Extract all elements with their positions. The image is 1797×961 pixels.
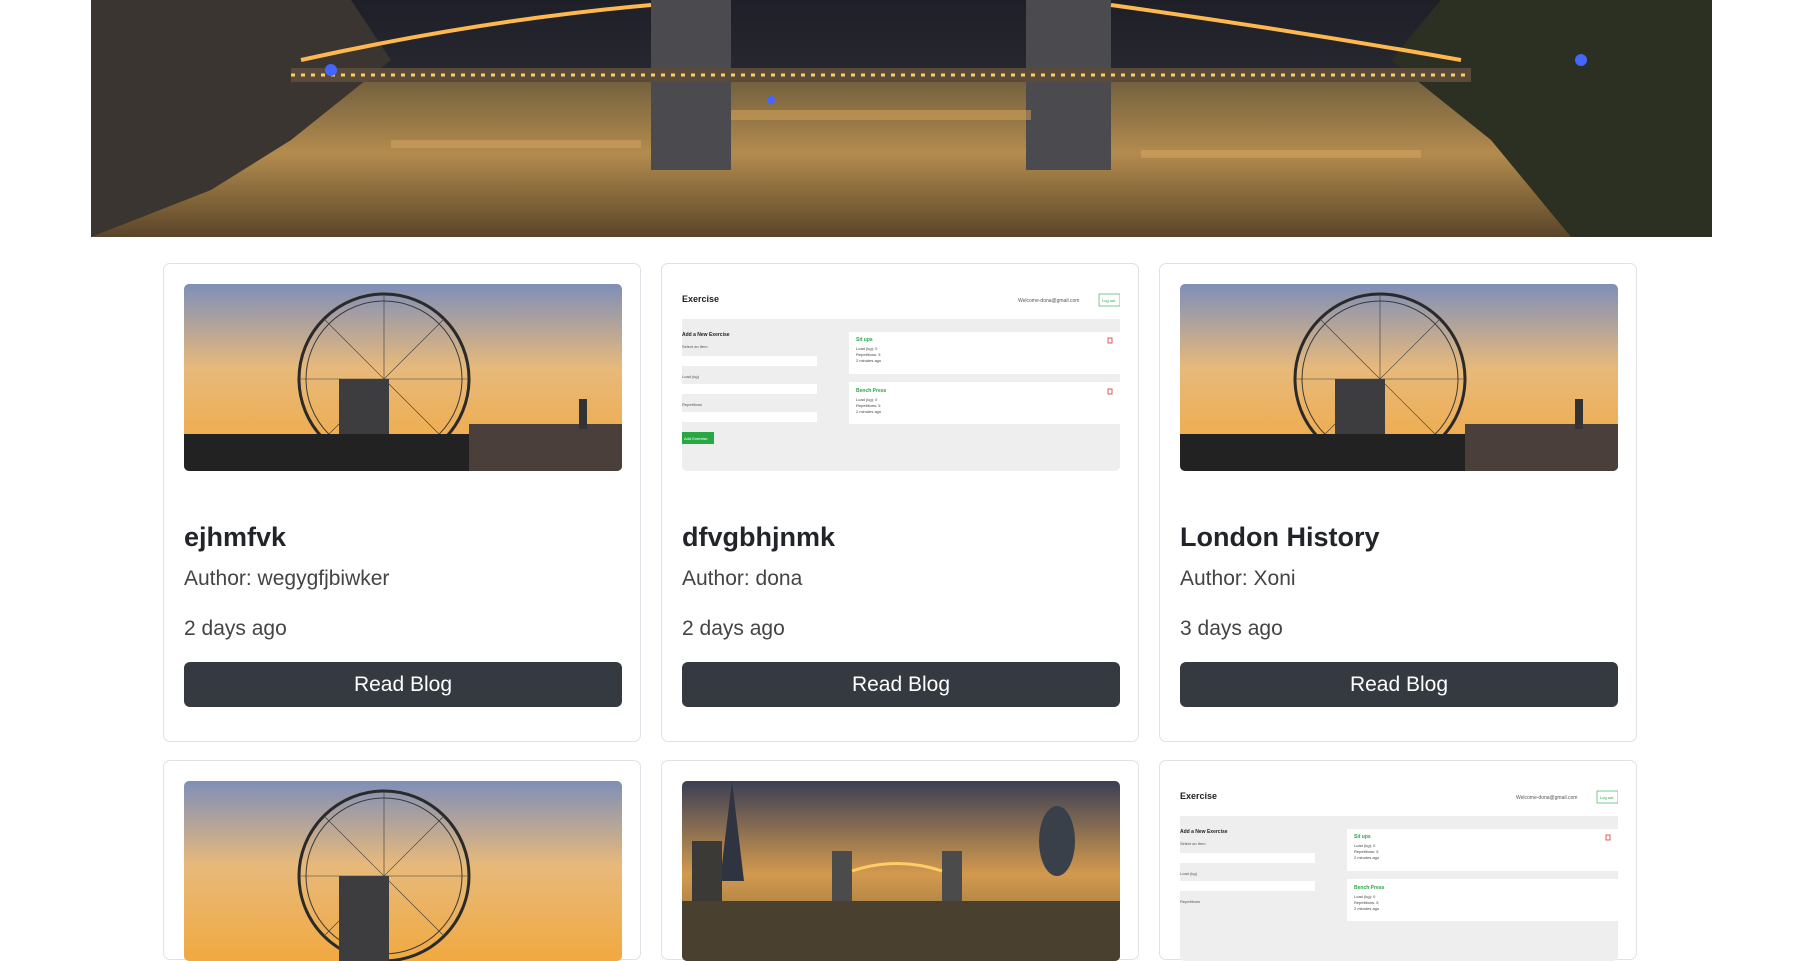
exercise-item2-line3: 2 minutes ago [1354, 906, 1380, 911]
read-blog-button[interactable]: Read Blog [184, 662, 622, 707]
exercise-form-title: Add a New Exercise [1180, 829, 1228, 835]
card-author: Author: dona [682, 567, 803, 590]
exercise-app-image: Exercise Welcome-dona@gmail.com Log out … [682, 284, 1120, 471]
blog-card [163, 760, 641, 961]
exercise-field2: Load (kg) [682, 374, 700, 379]
exercise-field3: Repetitions [1180, 899, 1200, 904]
card-image [1180, 284, 1618, 471]
card-image [682, 781, 1120, 961]
blog-card: Exercise Welcome-dona@gmail.com Log out … [661, 263, 1139, 742]
exercise-item2-line2: Repetitions: 5 [1354, 900, 1379, 905]
exercise-item1-title: Sit ups [1354, 834, 1371, 840]
exercise-item2-title: Bench Press [1354, 885, 1385, 891]
blog-card: ejhmfvk Author: wegygfjbiwker 2 days ago… [163, 263, 641, 742]
card-date: 2 days ago [682, 617, 785, 640]
exercise-item2-line1: Load (kg): 0 [856, 397, 878, 402]
card-date: 2 days ago [184, 617, 287, 640]
exercise-brand-text: Exercise [1180, 791, 1217, 801]
card-title: London History [1180, 522, 1380, 552]
exercise-item2-line3: 2 minutes ago [856, 409, 882, 414]
exercise-add-button-text: Add Exercise [684, 436, 708, 441]
card-image: Exercise Welcome-dona@gmail.com Log out … [682, 284, 1120, 471]
exercise-field1: Select an Item [682, 344, 708, 349]
exercise-item1-line1: Load (kg): 0 [1354, 843, 1376, 848]
blog-card: Exercise Welcome-dona@gmail.com Log out … [1159, 760, 1637, 961]
hero-banner-image [91, 0, 1712, 237]
london-eye-image [1180, 284, 1618, 471]
london-eye-image [184, 781, 622, 961]
london-eye-image [184, 284, 622, 471]
blog-card [661, 760, 1139, 961]
exercise-item2-line1: Load (kg): 0 [1354, 894, 1376, 899]
exercise-item2-line2: Repetitions: 5 [856, 403, 881, 408]
london-skyline-image [682, 781, 1120, 961]
card-author: Author: wegygfjbiwker [184, 567, 390, 590]
read-blog-button[interactable]: Read Blog [1180, 662, 1618, 707]
exercise-field1: Select an Item [1180, 841, 1206, 846]
card-image [184, 284, 622, 471]
exercise-item1-line2: Repetitions: 5 [1354, 849, 1379, 854]
card-title: dfvgbhjnmk [682, 522, 835, 552]
card-image [184, 781, 622, 961]
card-image: Exercise Welcome-dona@gmail.com Log out … [1180, 781, 1618, 961]
exercise-logout-text: Log out [1600, 795, 1614, 800]
exercise-email-text: Welcome-dona@gmail.com [1018, 298, 1079, 304]
card-date: 3 days ago [1180, 617, 1283, 640]
exercise-item1-line1: Load (kg): 0 [856, 346, 878, 351]
exercise-field3: Repetitions [682, 402, 702, 407]
exercise-brand-text: Exercise [682, 294, 719, 304]
card-author: Author: Xoni [1180, 567, 1296, 590]
exercise-item1-line3: 2 minutes ago [1354, 855, 1380, 860]
exercise-item1-line2: Repetitions: 5 [856, 352, 881, 357]
read-blog-button[interactable]: Read Blog [682, 662, 1120, 707]
exercise-item1-line3: 2 minutes ago [856, 358, 882, 363]
exercise-field2: Load (kg) [1180, 871, 1198, 876]
blog-card: London History Author: Xoni 3 days ago R… [1159, 263, 1637, 742]
exercise-logout-text: Log out [1102, 298, 1116, 303]
exercise-form-title: Add a New Exercise [682, 332, 730, 338]
exercise-app-image: Exercise Welcome-dona@gmail.com Log out … [1180, 781, 1618, 961]
exercise-item2-title: Bench Press [856, 388, 887, 394]
exercise-item1-title: Sit ups [856, 337, 873, 343]
exercise-email-text: Welcome-dona@gmail.com [1516, 795, 1577, 801]
card-title: ejhmfvk [184, 522, 287, 552]
